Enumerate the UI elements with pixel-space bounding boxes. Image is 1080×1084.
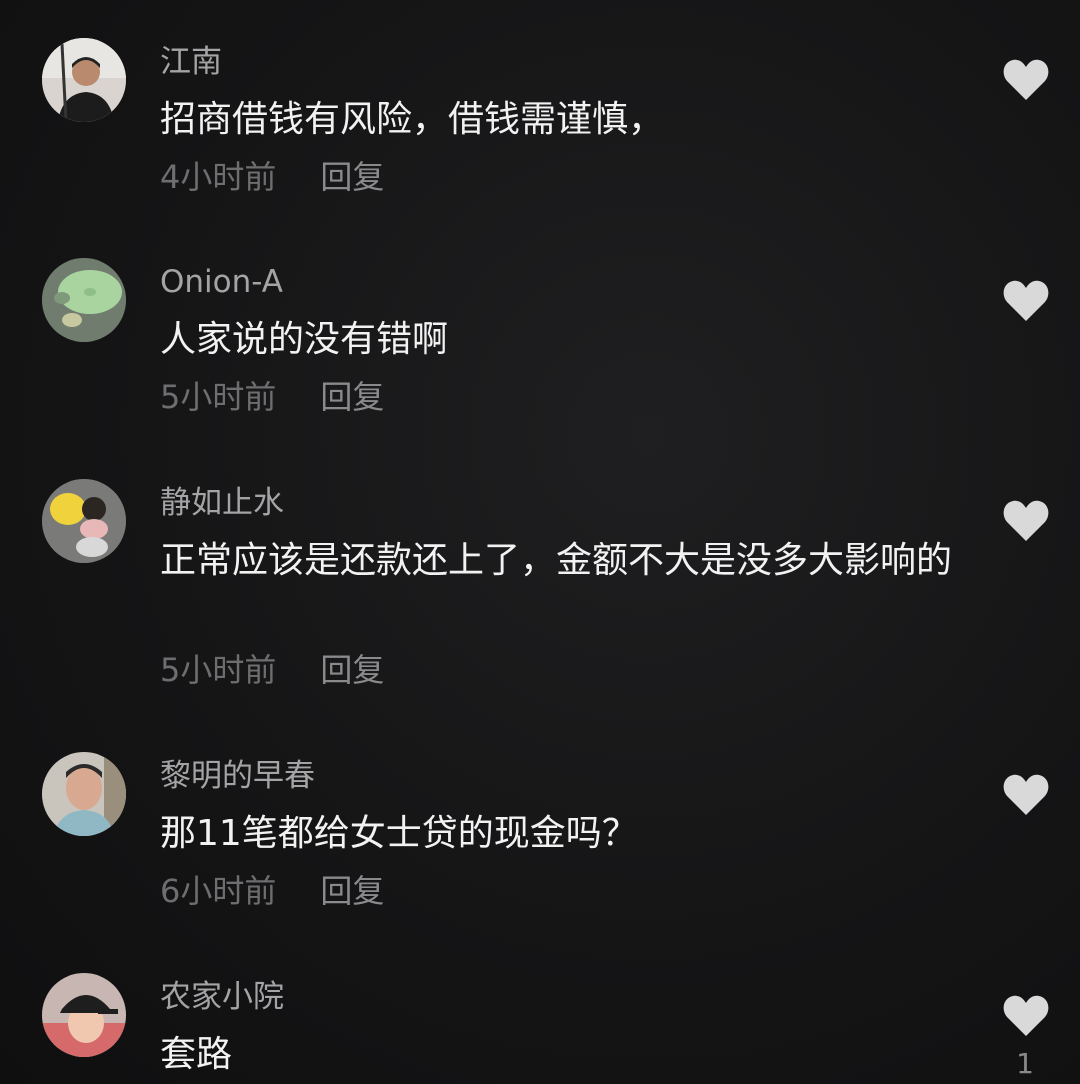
comment-item: 静如止水 正常应该是还款还上了，金额不大是没多大影响的 5小时前 回复	[0, 479, 1080, 699]
comment-list: 江南 招商借钱有风险，借钱需谨慎， 4小时前 回复 Onion-A 人家说的没有错…	[0, 0, 1080, 1084]
timestamp: 5小时前	[160, 651, 277, 689]
comment-item: 黎明的早春 那11笔都给女士贷的现金吗？ 6小时前 回复	[0, 752, 1080, 922]
like-button[interactable]	[1002, 279, 1050, 323]
comment-text: 那11笔都给女士贷的现金吗？	[160, 813, 638, 854]
child-with-yellow-toy-avatar-image	[42, 479, 126, 563]
username[interactable]: 江南	[160, 42, 222, 82]
heart-icon	[1003, 774, 1049, 815]
username[interactable]: 农家小院	[160, 977, 284, 1017]
reply-button[interactable]: 回复	[320, 158, 384, 196]
heart-icon	[1003, 59, 1049, 100]
like-button[interactable]	[1002, 499, 1050, 543]
comment-item: 江南 招商借钱有风险，借钱需谨慎， 4小时前 回复	[0, 38, 1080, 208]
like-button[interactable]	[1002, 58, 1050, 102]
comment-text: 人家说的没有错啊	[160, 319, 449, 360]
reply-button[interactable]: 回复	[320, 651, 384, 689]
comment-meta: 5小时前 回复	[160, 377, 384, 417]
comment-meta: 5小时前 回复	[160, 650, 384, 690]
like-button[interactable]	[1002, 994, 1050, 1038]
heart-icon	[1003, 500, 1049, 541]
timestamp: 6小时前	[160, 872, 277, 910]
man-portrait-avatar-image	[42, 752, 126, 836]
reply-button[interactable]: 回复	[320, 378, 384, 416]
avatar[interactable]	[42, 752, 126, 836]
lotus-leaf-avatar-image	[42, 258, 126, 342]
child-in-cap-avatar-image	[42, 973, 126, 1057]
comment-item: 农家小院 套路 1	[0, 973, 1080, 1084]
avatar[interactable]	[42, 479, 126, 563]
comment-meta: 4小时前 回复	[160, 157, 384, 197]
reply-button[interactable]: 回复	[320, 872, 384, 910]
avatar[interactable]	[42, 38, 126, 122]
comment-text: 套路	[160, 1034, 233, 1075]
username[interactable]: Onion-A	[160, 262, 283, 302]
avatar[interactable]	[42, 973, 126, 1057]
comment-item: Onion-A 人家说的没有错啊 5小时前 回复	[0, 258, 1080, 428]
comment-text: 正常应该是还款还上了，金额不大是没多大影响的	[160, 540, 953, 581]
comment-meta: 6小时前 回复	[160, 871, 384, 911]
like-button[interactable]	[1002, 773, 1050, 817]
avatar[interactable]	[42, 258, 126, 342]
username[interactable]: 黎明的早春	[160, 756, 315, 796]
heart-icon	[1003, 995, 1049, 1036]
username[interactable]: 静如止水	[160, 483, 284, 523]
comment-text: 招商借钱有风险，借钱需谨慎，	[160, 99, 665, 140]
heart-icon	[1003, 280, 1049, 321]
man-avatar-image	[42, 38, 126, 122]
timestamp: 5小时前	[160, 378, 277, 416]
like-count: 1	[1016, 1047, 1034, 1080]
timestamp: 4小时前	[160, 158, 277, 196]
